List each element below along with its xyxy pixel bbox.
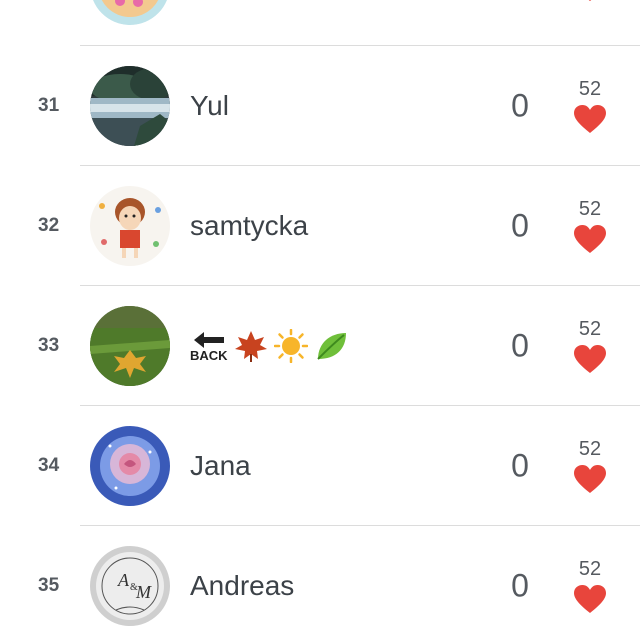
list-item[interactable]: 31 Yul 0 52	[0, 46, 640, 166]
likes[interactable]	[565, 0, 615, 2]
avatar[interactable]	[90, 306, 170, 386]
score: 0	[511, 567, 529, 604]
heart-icon[interactable]	[573, 0, 607, 2]
list-item[interactable]: 32 samtycka 0 52	[0, 166, 640, 286]
list-item[interactable]: 35 A & M Andreas 0 52	[0, 526, 640, 640]
like-count: 52	[578, 558, 602, 580]
leaf-icon	[316, 333, 346, 360]
like-count: 52	[578, 78, 602, 100]
list-item[interactable]	[0, 0, 640, 45]
username[interactable]: Yul	[190, 90, 229, 122]
rank: 33	[38, 335, 60, 356]
back-arrow-emoji: BACK	[190, 331, 228, 362]
username[interactable]: Andreas	[190, 570, 294, 602]
like-count: 52	[578, 438, 602, 460]
username[interactable]: Jana	[190, 450, 251, 482]
heart-icon[interactable]	[573, 584, 607, 614]
avatar[interactable]	[90, 0, 170, 25]
like-count: 52	[578, 318, 602, 340]
heart-icon[interactable]	[573, 344, 607, 374]
heart-icon[interactable]	[573, 464, 607, 494]
back-arrow-icon	[193, 331, 224, 348]
sun-icon	[273, 329, 308, 363]
like-count: 52	[578, 198, 602, 220]
likes[interactable]: 52	[565, 198, 615, 254]
list-item[interactable]: 34 Jana 0 52	[0, 406, 640, 526]
username[interactable]: samtycka	[190, 210, 308, 242]
avatar[interactable]	[90, 186, 170, 266]
maple-leaf-icon	[234, 331, 267, 362]
likes[interactable]: 52	[565, 438, 615, 494]
svg-text:A: A	[117, 570, 130, 590]
rank: 32	[38, 215, 60, 236]
likes[interactable]: 52	[565, 78, 615, 134]
avatar[interactable]	[90, 66, 170, 146]
heart-icon[interactable]	[573, 104, 607, 134]
likes[interactable]: 52	[565, 318, 615, 374]
avatar[interactable]	[90, 426, 170, 506]
score: 0	[511, 447, 529, 484]
score: 0	[511, 87, 529, 124]
rank: 35	[38, 575, 60, 596]
score: 0	[511, 327, 529, 364]
svg-text:M: M	[135, 582, 152, 602]
heart-icon[interactable]	[573, 224, 607, 254]
avatar[interactable]: A & M	[90, 546, 170, 626]
leaderboard-list: 31 Yul 0 52 32 samtycka 0 52 33 BACK 0 5…	[0, 0, 640, 640]
username[interactable]: BACK	[190, 329, 348, 363]
rank: 31	[38, 95, 60, 116]
likes[interactable]: 52	[565, 558, 615, 614]
score: 0	[511, 207, 529, 244]
list-item[interactable]: 33 BACK 0 52	[0, 286, 640, 406]
rank: 34	[38, 455, 60, 476]
